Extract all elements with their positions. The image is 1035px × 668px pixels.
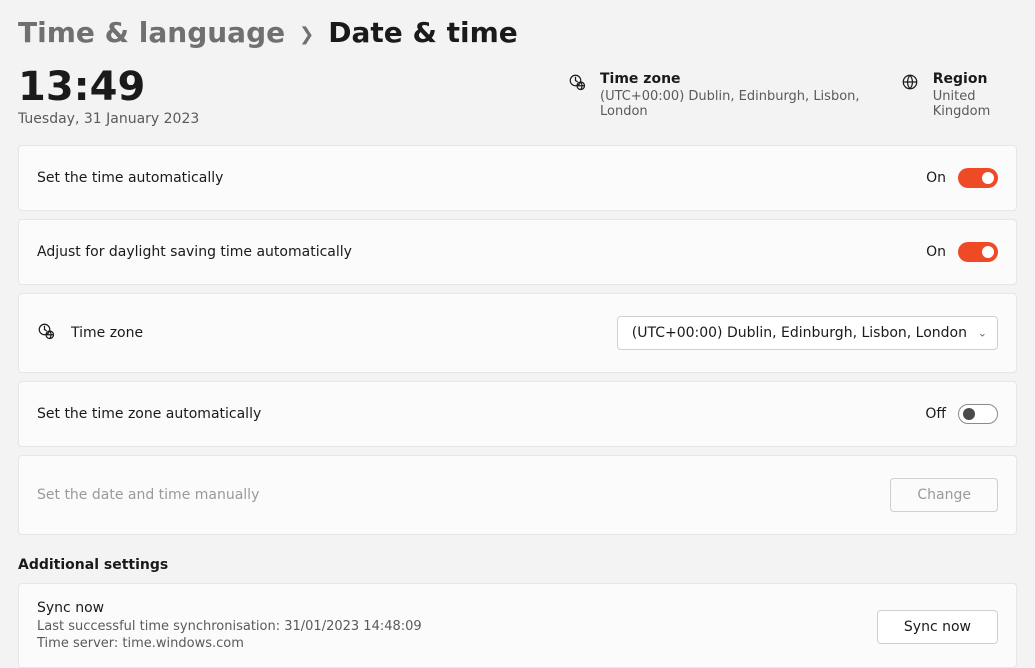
toggle-state-text: On [926,244,946,260]
breadcrumb-parent[interactable]: Time & language [18,16,285,49]
toggle-state-text: On [926,170,946,186]
timezone-selected: (UTC+00:00) Dublin, Edinburgh, Lisbon, L… [632,325,967,341]
page-title: Date & time [328,16,518,49]
row-label: Adjust for daylight saving time automati… [37,244,352,260]
toggle-set-time-auto[interactable] [958,168,998,188]
timezone-row-label: Time zone [71,325,143,341]
clock-globe-icon [568,73,586,95]
clock-block: 13:49 Tuesday, 31 January 2023 [18,65,338,127]
toggle-set-tz-auto[interactable] [958,404,998,424]
sync-last: Last successful time synchronisation: 31… [37,619,422,634]
change-button: Change [890,478,998,512]
row-label: Set the date and time manually [37,487,259,503]
timezone-summary[interactable]: Time zone (UTC+00:00) Dublin, Edinburgh,… [568,71,861,119]
sync-server: Time server: time.windows.com [37,636,422,651]
additional-settings-heading: Additional settings [18,557,1017,573]
row-dst-auto: Adjust for daylight saving time automati… [18,219,1017,285]
chevron-down-icon: ⌄ [978,327,987,340]
globe-icon [901,73,919,95]
row-label: Set the time automatically [37,170,223,186]
sync-now-button[interactable]: Sync now [877,610,998,644]
region-value: United Kingdom [933,89,1017,119]
clock-globe-icon [37,322,55,344]
sync-title: Sync now [37,600,422,616]
row-set-time-auto: Set the time automatically On [18,145,1017,211]
timezone-label: Time zone [600,71,861,87]
current-time: 13:49 [18,65,338,109]
timezone-select[interactable]: (UTC+00:00) Dublin, Edinburgh, Lisbon, L… [617,316,998,350]
row-timezone: Time zone (UTC+00:00) Dublin, Edinburgh,… [18,293,1017,373]
toggle-dst-auto[interactable] [958,242,998,262]
row-set-manual: Set the date and time manually Change [18,455,1017,535]
row-label: Set the time zone automatically [37,406,261,422]
region-label: Region [933,71,1017,87]
chevron-right-icon: ❯ [299,24,314,45]
current-date: Tuesday, 31 January 2023 [18,111,338,127]
breadcrumb: Time & language ❯ Date & time [18,16,1017,49]
row-sync-now: Sync now Last successful time synchronis… [18,583,1017,668]
row-set-tz-auto: Set the time zone automatically Off [18,381,1017,447]
region-summary[interactable]: Region United Kingdom [901,71,1017,119]
row-label: Time zone [37,322,143,344]
timezone-value: (UTC+00:00) Dublin, Edinburgh, Lisbon, L… [600,89,861,119]
hero-row: 13:49 Tuesday, 31 January 2023 Time zone… [18,65,1017,127]
toggle-state-text: Off [925,406,946,422]
